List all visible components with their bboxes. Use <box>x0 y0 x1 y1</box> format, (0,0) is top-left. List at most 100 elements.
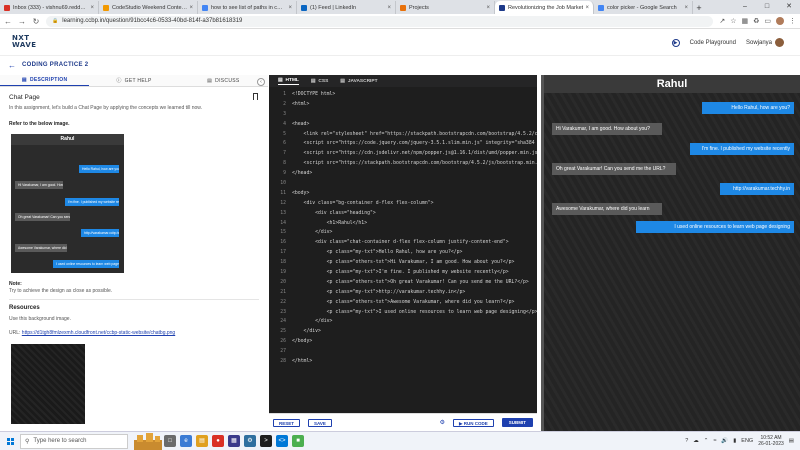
code-text: <script src="https://stackpath.bootstrap… <box>292 161 537 167</box>
code-text: <div class="chat-container d-flex flex-c… <box>292 240 509 246</box>
url-input[interactable]: 🔒 learning.ccbp.in/question/91bcc4c6-053… <box>46 15 714 27</box>
help-tray-icon[interactable]: ? <box>685 438 688 444</box>
vscode-icon[interactable]: <> <box>276 435 288 447</box>
divider <box>9 299 259 300</box>
clock[interactable]: 10:52 AM 26-01-2023 <box>758 435 784 447</box>
forward-icon[interactable]: → <box>18 17 26 26</box>
browser-tab[interactable]: Inbox (333) - vishnu69.reddy@g... × <box>0 1 99 14</box>
code-text: <div class="heading"> <box>292 210 376 216</box>
reference-header: Rahul <box>11 134 124 145</box>
windows-start-icon[interactable] <box>0 437 20 445</box>
user-menu[interactable]: Sowjanya <box>746 38 784 47</box>
chevron-up-icon[interactable]: ⌃ <box>704 438 709 444</box>
line-number: 1 <box>283 92 286 97</box>
tab-close-icon[interactable]: × <box>684 5 688 11</box>
save-button[interactable]: SAVE <box>308 418 332 427</box>
share-icon[interactable]: ↗ <box>719 17 725 25</box>
tab-css[interactable]: ▤ CSS <box>311 79 328 84</box>
chrome-icon[interactable]: ● <box>212 435 224 447</box>
editor-actions: RESET SAVE ⚙ ▶ RUN CODE SUBMIT <box>269 413 537 431</box>
browser-tab[interactable]: how to see list of paths in cmd... × <box>198 1 297 14</box>
settings-icon[interactable]: ⚙ <box>244 435 256 447</box>
code-area[interactable]: 1 <!DOCTYPE html> 2 <html> 3 4 <head> 5 <link r… <box>273 90 537 367</box>
resource-url-link[interactable]: https://d1tgh8fmlzexmh.cloudfront.net/cc… <box>22 330 175 336</box>
gear-icon[interactable]: ⚙ <box>440 419 445 426</box>
collapse-panel-icon[interactable]: ‹ <box>257 78 265 86</box>
cloud-icon[interactable]: ☁ <box>693 438 699 444</box>
file-explorer-icon[interactable]: ▤ <box>196 435 208 447</box>
profile-avatar[interactable] <box>776 17 784 25</box>
extensions-puzzle-icon[interactable]: ♻ <box>753 17 759 25</box>
maximize-icon[interactable]: □ <box>756 0 778 14</box>
extension-icon[interactable]: ▦ <box>741 17 748 25</box>
code-text: <div class="bg-container d-flex flex-col… <box>292 200 434 206</box>
tab-close-icon[interactable]: × <box>90 5 94 11</box>
new-tab-button[interactable]: + <box>693 2 705 14</box>
back-icon[interactable]: ← <box>4 17 12 26</box>
avatar[interactable] <box>775 38 784 47</box>
notification-icon[interactable]: ▤ <box>789 438 794 444</box>
close-window-icon[interactable]: ✕ <box>778 0 800 14</box>
tab-get-help[interactable]: ⓘ GET HELP <box>89 75 178 86</box>
browser-tab[interactable]: (1) Feed | LinkedIn × <box>297 1 396 14</box>
tab-close-icon[interactable]: × <box>189 5 193 11</box>
bookmark-star-icon[interactable]: ☆ <box>730 17 736 25</box>
reset-button[interactable]: RESET <box>273 418 301 427</box>
tab-html[interactable]: ▤ HTML <box>278 78 299 85</box>
sidebar-icon[interactable]: ▭ <box>764 17 771 25</box>
tab-discuss[interactable]: ▤ DISCUSS <box>179 75 268 86</box>
app-icon[interactable]: ■ <box>292 435 304 447</box>
code-text: <h1>Rahul</h1> <box>292 220 368 226</box>
code-playground-link[interactable]: Code Playground <box>690 40 736 46</box>
line-number: 13 <box>280 210 286 216</box>
volume-icon[interactable]: 🔊 <box>721 438 728 444</box>
tab-javascript[interactable]: ▤ JAVASCRIPT <box>340 79 377 84</box>
minimize-icon[interactable]: – <box>734 0 756 14</box>
tab-close-icon[interactable]: × <box>387 5 391 11</box>
menu-icon[interactable]: ⋮ <box>789 17 796 25</box>
line-number: 16 <box>280 240 286 246</box>
browser-tab[interactable]: color picker - Google Search × <box>594 1 693 14</box>
browser-toolbar: ↗ ☆ ▦ ♻ ▭ ⋮ <box>719 17 796 25</box>
wifi-icon[interactable]: ≈ <box>713 438 716 444</box>
reload-icon[interactable]: ↻ <box>32 17 40 26</box>
back-arrow-icon[interactable]: ← <box>8 61 16 70</box>
language-indicator[interactable]: ENG <box>741 438 753 444</box>
store-icon[interactable]: ▦ <box>228 435 240 447</box>
task-view-icon[interactable]: □ <box>164 435 176 447</box>
browser-tab[interactable]: Projects × <box>396 1 495 14</box>
browser-tab[interactable]: CodeStudio Weekend Contest 5... × <box>99 1 198 14</box>
taskbar-search-input[interactable]: ⚲ Type here to search <box>20 433 128 449</box>
my-message: I used online resources to learn web pag… <box>53 260 119 268</box>
code-line: 25 </div> <box>273 327 537 337</box>
tab-description[interactable]: ▤ DESCRIPTION <box>0 75 90 86</box>
page-title: CODING PRACTICE 2 <box>22 62 89 68</box>
code-line: 22 <p class="others-txt">Awesome Varakum… <box>273 298 537 308</box>
code-playground-icon[interactable]: ▶ <box>671 38 680 47</box>
line-number: 5 <box>283 131 286 137</box>
address-bar: ← → ↻ 🔒 learning.ccbp.in/question/91bcc4… <box>0 14 800 29</box>
line-number: 21 <box>280 289 286 295</box>
problem-title: Chat Page <box>9 94 40 101</box>
browser-tab[interactable]: Revolutionizing the Job Market × <box>495 1 594 14</box>
note-label: Note: <box>9 281 22 287</box>
code-text: <script src="https://code.jquery.com/jqu… <box>292 141 535 147</box>
bookmark-icon[interactable] <box>253 93 258 100</box>
run-code-button[interactable]: ▶ RUN CODE <box>453 418 494 427</box>
line-number: 8 <box>283 161 286 167</box>
tab-close-icon[interactable]: × <box>486 5 490 11</box>
code-text: <p class="my-txt">I used online resource… <box>292 309 537 315</box>
weather-widget-icon[interactable] <box>134 432 162 450</box>
tab-close-icon[interactable]: × <box>288 5 292 11</box>
lock-icon[interactable]: 🔒 <box>52 18 58 24</box>
terminal-icon[interactable]: > <box>260 435 272 447</box>
tab-get-help-label: GET HELP <box>124 77 152 84</box>
battery-icon[interactable]: ▮ <box>733 438 736 444</box>
url-text: learning.ccbp.in/question/91bcc4c6-0533-… <box>62 18 243 24</box>
tab-close-icon[interactable]: × <box>585 5 589 11</box>
code-line: 28 </html> <box>273 357 537 367</box>
nxtwave-logo[interactable]: NXT WAVE <box>12 35 37 49</box>
submit-button[interactable]: SUBMIT <box>501 418 533 427</box>
edge-icon[interactable]: e <box>180 435 192 447</box>
